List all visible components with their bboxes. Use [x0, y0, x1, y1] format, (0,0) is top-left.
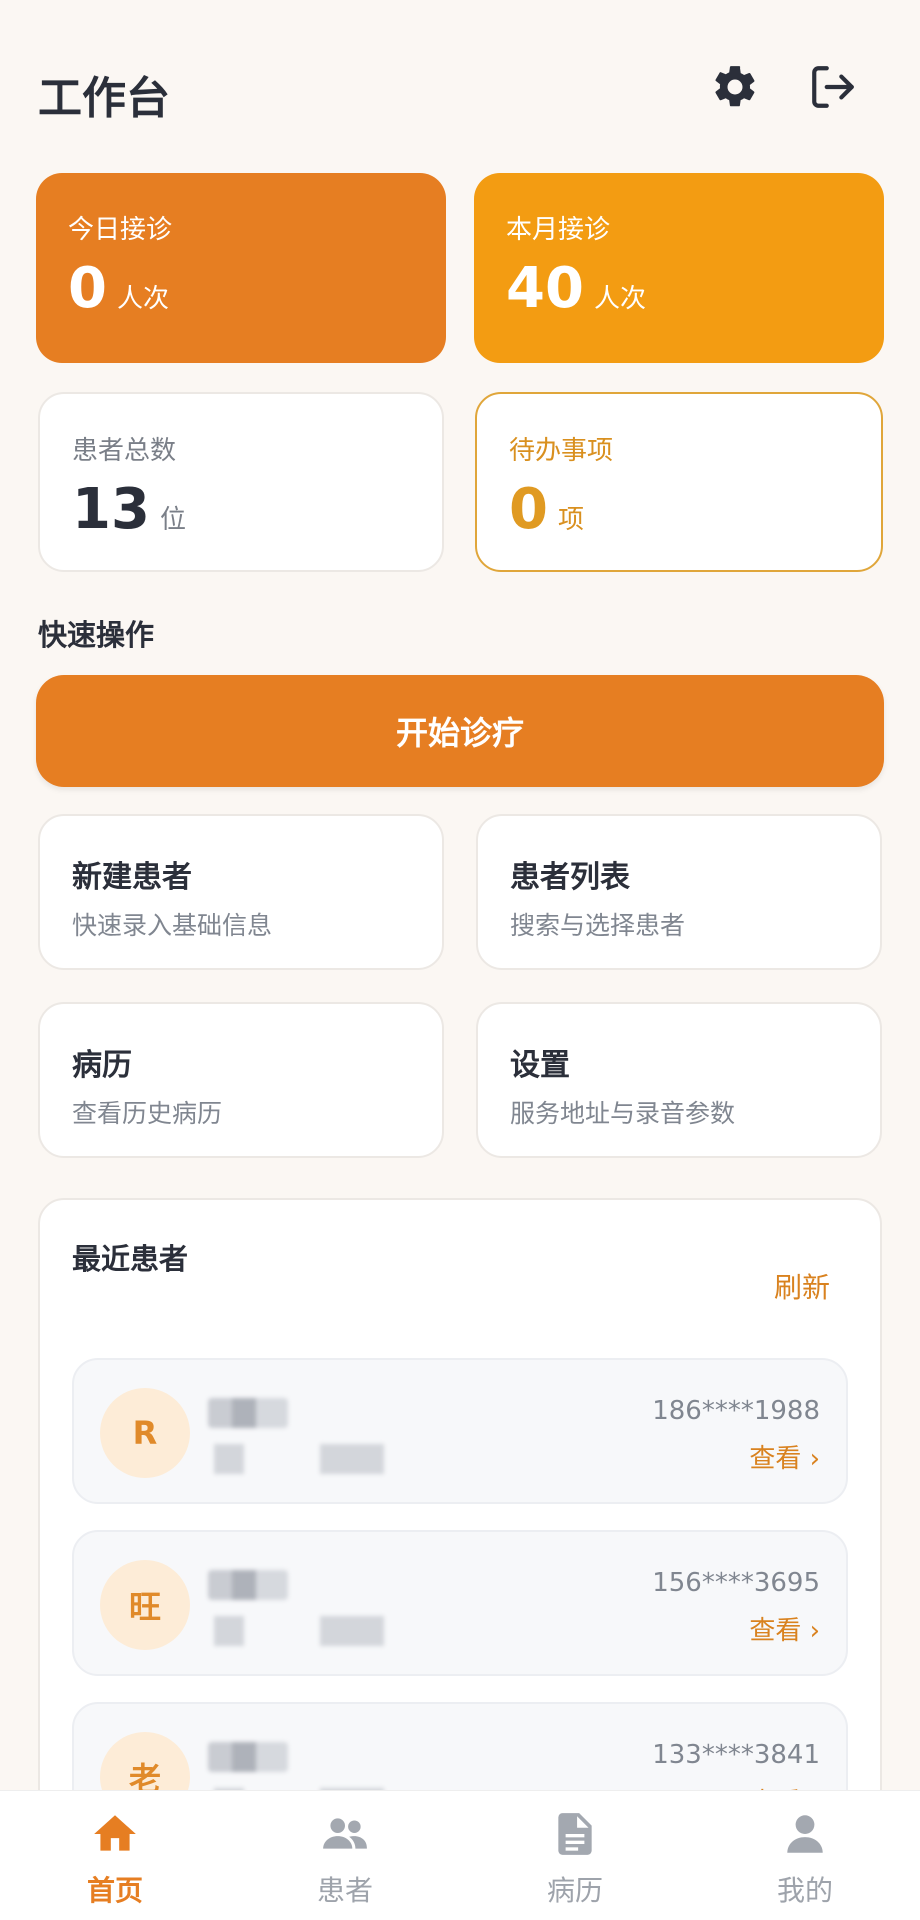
stat-value: 13 [72, 477, 150, 542]
tab-label: 首页 [86, 1874, 143, 1907]
tab-home[interactable]: 首页 [0, 1791, 230, 1920]
tab-label: 患者 [316, 1874, 373, 1907]
patient-row[interactable]: R 186****1988 查看 › [72, 1358, 848, 1504]
redacted-info [214, 1616, 244, 1646]
card-subtitle: 搜索与选择患者 [510, 911, 686, 940]
stat-unit: 位 [159, 505, 186, 535]
stat-unit: 人次 [593, 284, 646, 314]
bottom-tab-bar: 首页 患者 病历 我的 [0, 1790, 920, 1920]
new-patient-card[interactable]: 新建患者 快速录入基础信息 [38, 814, 444, 970]
stat-unit: 项 [557, 505, 584, 535]
stat-todo[interactable]: 待办事项 0项 [475, 392, 883, 572]
card-title: 新建患者 [72, 860, 192, 895]
stat-label: 患者总数 [72, 436, 177, 466]
card-title: 病历 [72, 1048, 132, 1083]
user-icon [780, 1809, 830, 1859]
stat-total-patients[interactable]: 患者总数 13 位 [38, 392, 444, 572]
patient-phone: 186****1988 [652, 1396, 820, 1426]
stat-value: 0 [509, 477, 548, 542]
redacted-info [214, 1444, 244, 1474]
stat-label: 本月接诊 [506, 215, 611, 245]
patient-phone: 156****3695 [652, 1568, 820, 1598]
tab-profile[interactable]: 我的 [690, 1791, 920, 1920]
card-title: 患者列表 [510, 860, 630, 895]
redacted-info [320, 1616, 384, 1646]
app-header: 工作台 [0, 0, 920, 170]
document-icon [550, 1809, 600, 1859]
refresh-button[interactable]: 刷新 [774, 1266, 830, 1306]
patient-phone: 133****3841 [652, 1740, 820, 1770]
card-subtitle: 服务地址与录音参数 [510, 1099, 736, 1128]
stat-value: 40 [506, 256, 584, 321]
gear-icon[interactable] [710, 62, 760, 112]
redacted-name [208, 1570, 288, 1600]
card-title: 设置 [510, 1048, 570, 1083]
logout-icon[interactable] [808, 62, 858, 112]
start-consultation-button[interactable]: 开始诊疗 [36, 675, 884, 787]
stat-unit: 人次 [116, 284, 169, 314]
recent-patients-title: 最近患者 [72, 1242, 189, 1276]
tab-patients[interactable]: 患者 [230, 1791, 460, 1920]
users-icon [320, 1809, 370, 1859]
settings-card[interactable]: 设置 服务地址与录音参数 [476, 1002, 882, 1158]
card-subtitle: 快速录入基础信息 [72, 911, 273, 940]
quick-actions-title: 快速操作 [38, 618, 155, 652]
stat-month-visits: 本月接诊 40 人次 [474, 173, 884, 363]
card-subtitle: 查看历史病历 [72, 1099, 223, 1128]
stat-label: 今日接诊 [68, 215, 173, 245]
view-link[interactable]: 查看 › [749, 1438, 820, 1475]
home-icon [90, 1809, 140, 1859]
avatar: 旺 [100, 1560, 190, 1650]
avatar: R [100, 1388, 190, 1478]
redacted-name [208, 1398, 288, 1428]
page-title: 工作台 [38, 73, 170, 124]
stat-today-visits: 今日接诊 0 人次 [36, 173, 446, 363]
patient-row[interactable]: 旺 156****3695 查看 › [72, 1530, 848, 1676]
redacted-info [320, 1444, 384, 1474]
tab-label: 我的 [776, 1874, 833, 1907]
medical-records-card[interactable]: 病历 查看历史病历 [38, 1002, 444, 1158]
tab-records[interactable]: 病历 [460, 1791, 690, 1920]
patient-list-card[interactable]: 患者列表 搜索与选择患者 [476, 814, 882, 970]
view-link[interactable]: 查看 › [749, 1610, 820, 1647]
stat-label: 待办事项 [509, 436, 614, 466]
tab-label: 病历 [546, 1874, 603, 1907]
stat-value: 0 [68, 256, 107, 321]
redacted-name [208, 1742, 288, 1772]
